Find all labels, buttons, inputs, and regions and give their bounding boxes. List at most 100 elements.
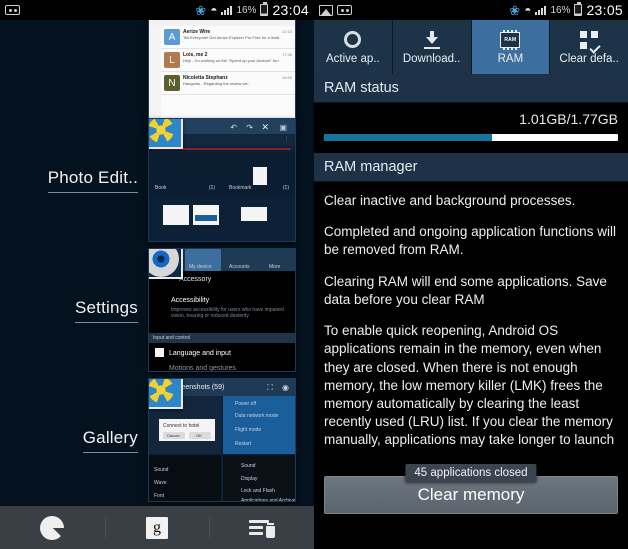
close-icon[interactable]: ✕ bbox=[261, 122, 269, 133]
dual-screenshot: ❀ ◓ 16% 23:04 A Aerize Wire Tell Everyon… bbox=[0, 0, 628, 549]
ram-status-header: RAM status bbox=[314, 74, 628, 103]
mail-text: Lois, me 2 Heyl - I'm working on the "Sp… bbox=[183, 52, 279, 68]
flower-thumbnail-icon bbox=[149, 379, 181, 407]
flower-thumbnail-icon bbox=[149, 119, 181, 147]
right-screen-task-manager: ❀ ◓ 16% 23:05 Active ap.. Download.. RAM… bbox=[314, 0, 628, 549]
avatar: L bbox=[164, 52, 180, 68]
avatar: A bbox=[164, 29, 180, 45]
share-icon[interactable]: ⛶ bbox=[267, 383, 273, 393]
recent-item-settings[interactable]: Settings My device Accounts More Accesso… bbox=[0, 248, 314, 372]
mail-item[interactable]: A Aerize Wire Tell Everyone! Get Aerize … bbox=[161, 26, 295, 49]
tab-label: Download.. bbox=[402, 52, 461, 65]
bluetooth-icon: ❀ bbox=[509, 2, 521, 18]
pane-count: (1) bbox=[208, 185, 215, 191]
tab-label: Active ap.. bbox=[326, 52, 380, 65]
battery-icon bbox=[574, 2, 583, 16]
save-icon[interactable]: ▣ bbox=[279, 123, 287, 132]
recent-thumbnail-settings[interactable]: My device Accounts More Accessory Access… bbox=[148, 248, 296, 372]
redo-icon: ↷ bbox=[246, 123, 253, 132]
left-status-bar: ❀ ◓ 16% 23:04 bbox=[0, 0, 314, 20]
recent-thumbnail-photo-editor[interactable]: ↶ ↷ ✕ ▣ Wikipedia ⋮ Book (1) Bookmark bbox=[148, 118, 296, 242]
ram-chip-icon: RAM bbox=[500, 29, 521, 50]
ram-status-section: 1.01GB/1.77GB bbox=[314, 103, 628, 153]
left-screen-recent-apps: ❀ ◓ 16% 23:04 A Aerize Wire Tell Everyon… bbox=[0, 0, 314, 549]
tab-downloads[interactable]: Download.. bbox=[392, 20, 472, 74]
wifi-icon: ◓ bbox=[524, 3, 532, 17]
recent-app-label: Photo Edit.. bbox=[47, 168, 138, 193]
settings-row-title: Motions and gestures bbox=[169, 365, 236, 372]
ram-manager-description: Clear inactive and background processes.… bbox=[314, 182, 628, 450]
mail-list[interactable]: A Aerize Wire Tell Everyone! Get Aerize … bbox=[161, 26, 295, 126]
recent-thumbnail-mail[interactable]: A Aerize Wire Tell Everyone! Get Aerize … bbox=[148, 15, 296, 127]
list-row: Sound bbox=[241, 463, 256, 469]
gear-icon bbox=[149, 249, 181, 277]
camera-icon[interactable]: ◉ bbox=[282, 383, 289, 392]
status-left-icons bbox=[5, 5, 20, 15]
avatar: N bbox=[164, 75, 180, 91]
right-status-bar: ❀ ◓ 16% 23:05 bbox=[314, 0, 628, 20]
wifi-icon: ◓ bbox=[210, 3, 218, 17]
app-icon-badge-photo-editor bbox=[149, 119, 183, 149]
battery-icon bbox=[260, 2, 269, 16]
quick-row: Power off bbox=[235, 401, 257, 407]
task-manager-tabs[interactable]: Active ap.. Download.. RAM RAM Clear def… bbox=[314, 20, 628, 74]
overflow-icon: ⋮ bbox=[284, 136, 289, 142]
ram-paragraph: Completed and ongoing application functi… bbox=[324, 224, 616, 258]
ram-paragraph: Clearing RAM will end some applications.… bbox=[324, 273, 607, 307]
settings-row-sub: Improves accessibility for users who hav… bbox=[171, 307, 284, 320]
clear-all-icon bbox=[248, 518, 275, 538]
mail-item[interactable]: L Lois, me 2 Heyl - I'm working on the "… bbox=[161, 49, 295, 72]
recent-item-photo-editor[interactable]: Photo Edit.. ↶ ↷ ✕ ▣ Wikipedia ⋮ bbox=[0, 118, 314, 242]
clear-memory-area: 45 applications closed Clear memory bbox=[324, 464, 618, 514]
mail-snippet: Heyl - I'm working on the "Speed up your… bbox=[183, 58, 279, 63]
ram-progress-fill bbox=[324, 134, 492, 141]
mail-text: Nicoletta Stephanz Hangouts - Regarding … bbox=[183, 75, 279, 91]
recent-thumbnail-gallery[interactable]: Screenshots (59) ⛶ ◉ Power off Data netw… bbox=[148, 378, 296, 502]
mail-time: 16:59 bbox=[281, 75, 292, 80]
tab-active-apps[interactable]: Active ap.. bbox=[314, 20, 393, 74]
tab-label: Clear defa.. bbox=[559, 52, 619, 65]
settings-tab-label: More bbox=[269, 264, 281, 270]
left-bottom-nav[interactable]: g bbox=[0, 505, 314, 549]
task-manager-screen: Active ap.. Download.. RAM RAM Clear def… bbox=[314, 20, 628, 549]
list-row: Applications and Archives bbox=[241, 498, 296, 502]
bluetooth-icon: ❀ bbox=[195, 2, 207, 18]
tab-clear-defaults[interactable]: Clear defa.. bbox=[550, 20, 628, 74]
pane-label: Book bbox=[155, 185, 167, 191]
mail-item[interactable]: N Nicoletta Stephanz Hangouts - Regardin… bbox=[161, 72, 295, 95]
settings-tab-label: Accounts bbox=[229, 264, 250, 270]
mail-snippet: Tell Everyone! Get Aerize Explorer Pro F… bbox=[183, 35, 279, 40]
settings-row-title: Accessibility bbox=[171, 297, 210, 304]
signal-icon bbox=[221, 5, 233, 15]
list-row: Sound bbox=[154, 467, 169, 473]
recent-apps-list[interactable]: A Aerize Wire Tell Everyone! Get Aerize … bbox=[0, 15, 314, 505]
google-search-button[interactable]: g bbox=[104, 506, 210, 549]
settings-row-title: Input and control bbox=[153, 335, 191, 341]
pane-label: Bookmark bbox=[229, 185, 252, 191]
task-manager-button[interactable] bbox=[0, 506, 105, 549]
ram-usage-text: 1.01GB/1.77GB bbox=[519, 111, 618, 127]
ram-progress-bar bbox=[324, 134, 618, 141]
recent-item-gallery[interactable]: Gallery Screenshots (59) ⛶ ◉ Power off D… bbox=[0, 378, 314, 502]
left-clock: 23:04 bbox=[272, 2, 309, 18]
active-apps-icon bbox=[344, 30, 362, 50]
list-row: Lock and Flash bbox=[241, 488, 275, 494]
toast-message: 45 applications closed bbox=[405, 464, 537, 482]
tab-ram[interactable]: RAM RAM bbox=[471, 20, 551, 74]
dialog-button[interactable]: Cancel bbox=[167, 433, 179, 438]
dialog-title: Connect to hotel bbox=[163, 423, 200, 429]
list-row: Font bbox=[154, 493, 165, 499]
recent-item-partial[interactable]: A Aerize Wire Tell Everyone! Get Aerize … bbox=[0, 12, 314, 130]
ram-paragraph: Clear inactive and background processes. bbox=[324, 193, 576, 208]
mail-text: Aerize Wire Tell Everyone! Get Aerize Ex… bbox=[183, 29, 279, 45]
clear-all-button[interactable] bbox=[209, 506, 314, 549]
dialog-button[interactable]: OK bbox=[196, 433, 202, 438]
google-search-icon: g bbox=[146, 516, 168, 539]
recent-app-label: Gallery bbox=[82, 428, 138, 453]
recent-app-label: Settings bbox=[74, 298, 138, 323]
quick-row: Data network mode bbox=[235, 413, 279, 419]
voicemail-icon bbox=[337, 5, 352, 15]
mail-time: 22:15 bbox=[281, 29, 292, 34]
settings-tab-label: My device bbox=[189, 264, 212, 270]
settings-row-title: Language and input bbox=[169, 350, 231, 357]
